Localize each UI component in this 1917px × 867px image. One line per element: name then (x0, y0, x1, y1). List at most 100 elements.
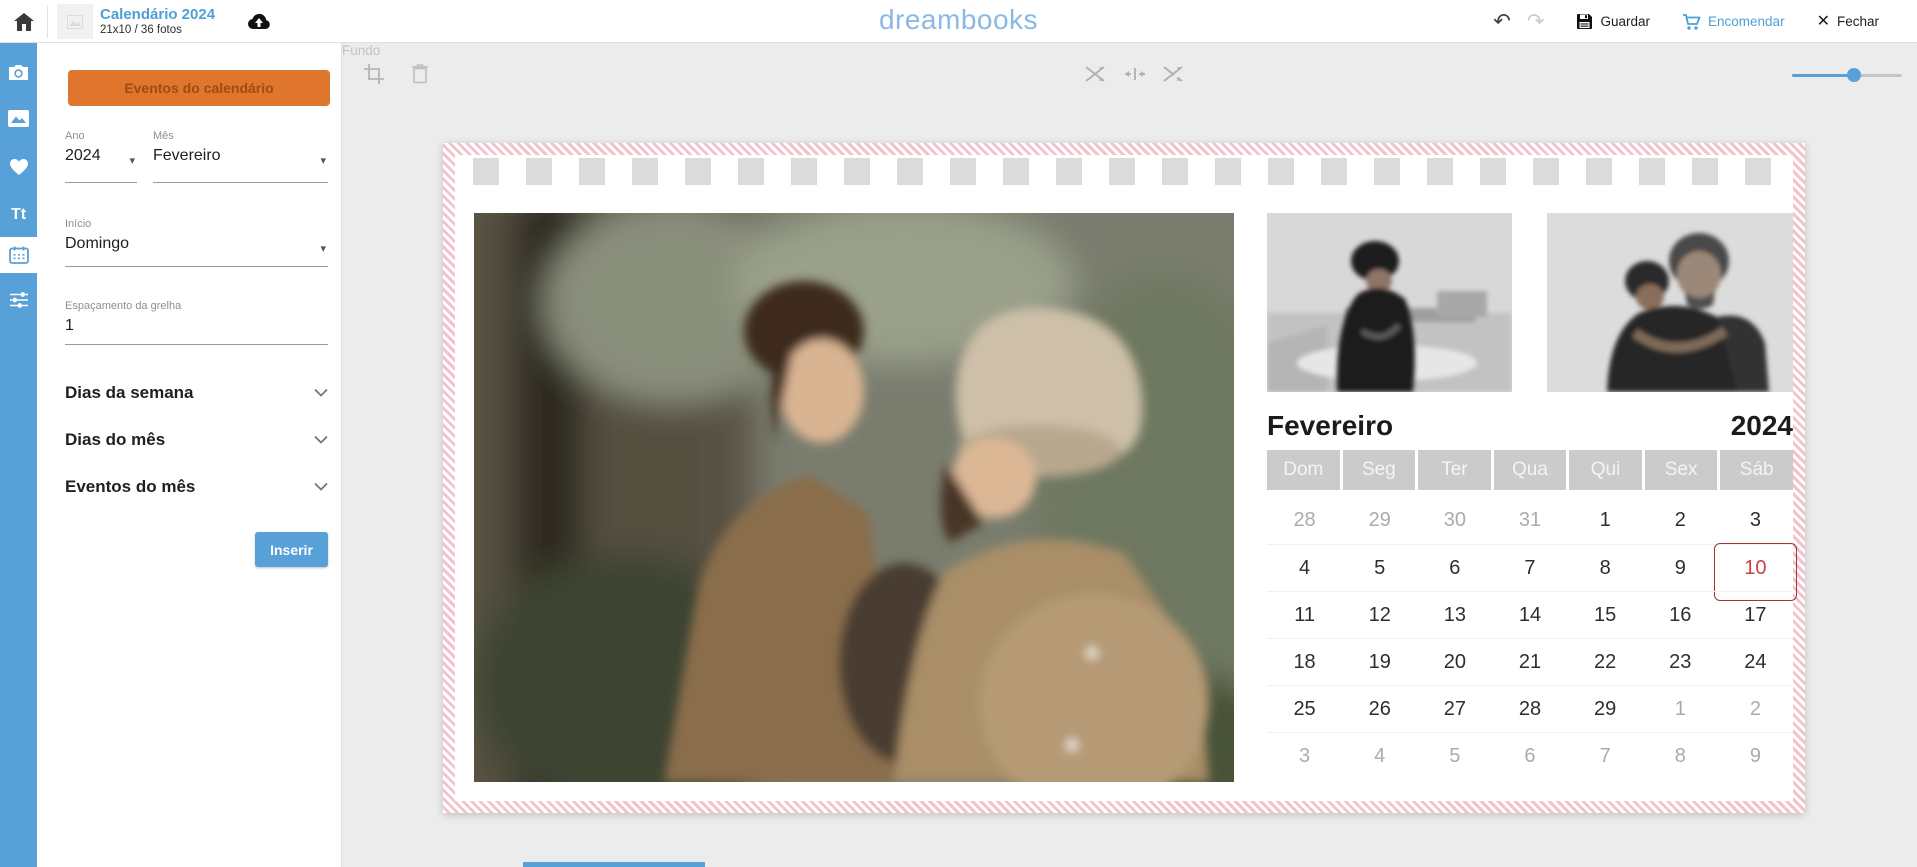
calendar-date-cell[interactable]: 7 (1492, 544, 1567, 591)
calendar-date-cell[interactable]: 15 (1568, 591, 1643, 638)
calendar-date-cell[interactable]: 23 (1643, 638, 1718, 685)
project-thumbnail[interactable] (57, 4, 93, 39)
trash-icon[interactable] (411, 63, 429, 89)
sidebar-item-text[interactable]: Tt (0, 197, 37, 233)
calendar-date-cell[interactable]: 2 (1718, 685, 1793, 732)
calendar-date-cell[interactable]: 8 (1568, 544, 1643, 591)
year-value: 2024 (65, 147, 137, 165)
swap-horizontal-icon[interactable] (1123, 63, 1147, 90)
month-select[interactable]: Mês Fevereiro ▾ (153, 130, 328, 183)
calendar-date-cell[interactable]: 9 (1718, 732, 1793, 779)
calendar-day-headers: Dom Seg Ter Qua Qui Sex Sáb (1267, 450, 1793, 490)
calendar-date-cell[interactable]: 19 (1342, 638, 1417, 685)
undo-icon[interactable]: ↶ (1493, 11, 1511, 32)
calendar-date-cell[interactable]: 8 (1643, 732, 1718, 779)
zoom-slider[interactable] (1792, 68, 1902, 82)
calendar-month-name[interactable]: Fevereiro (1267, 410, 1393, 442)
calendar-icon (9, 246, 29, 264)
heart-icon (9, 158, 29, 176)
save-button[interactable]: Guardar (1576, 13, 1650, 30)
calendar-year[interactable]: 2024 (1731, 410, 1793, 442)
calendar-date-cell[interactable]: 29 (1568, 685, 1643, 732)
calendar-date-cell[interactable]: 12 (1342, 591, 1417, 638)
calendar-date-cell[interactable]: 5 (1342, 544, 1417, 591)
floppy-disk-icon (1576, 13, 1593, 30)
app-logo: dreambooks (879, 4, 1038, 36)
sidebar-item-calendar[interactable] (0, 237, 37, 273)
calendar-date-cell[interactable]: 10 (1718, 544, 1793, 591)
calendar-date-cell[interactable]: 28 (1492, 685, 1567, 732)
shuffle-icon[interactable] (1083, 63, 1107, 90)
calendar-date-cell[interactable]: 6 (1492, 732, 1567, 779)
order-label: Encomendar (1708, 14, 1785, 29)
shopping-cart-icon (1682, 13, 1701, 31)
cloud-upload-icon[interactable] (246, 9, 272, 35)
header-divider (47, 5, 48, 38)
calendar-date-cell[interactable]: 1 (1643, 685, 1718, 732)
calendar-date-cell[interactable]: 17 (1718, 591, 1793, 638)
calendar-date-cell[interactable]: 2 (1643, 497, 1718, 544)
calendar-date-cell[interactable]: 13 (1417, 591, 1492, 638)
background-delete-label[interactable]: Fundo (342, 43, 1917, 58)
collapsible-section[interactable]: Dias do mês (65, 416, 328, 463)
calendar-date-cell[interactable]: 20 (1417, 638, 1492, 685)
insert-button[interactable]: Inserir (255, 532, 328, 567)
grid-spacing-label: Espaçamento da grelha (65, 300, 328, 312)
calendar-date-cell[interactable]: 22 (1568, 638, 1643, 685)
top-header: Calendário 2024 21x10 / 36 fotos dreambo… (0, 0, 1917, 43)
calendar-date-cell[interactable]: 4 (1342, 732, 1417, 779)
crop-icon[interactable] (363, 63, 385, 90)
grid-spacing-input[interactable]: Espaçamento da grelha 1 (65, 300, 328, 345)
calendar-date-cell[interactable]: 24 (1718, 638, 1793, 685)
calendar-date-cell[interactable]: 9 (1643, 544, 1718, 591)
sliders-icon (9, 291, 29, 309)
calendar-date-cell[interactable]: 28 (1267, 497, 1342, 544)
photo-main-couple[interactable] (474, 213, 1234, 782)
horizontal-scroll-indicator[interactable] (523, 862, 705, 867)
calendar-date-cell[interactable]: 11 (1267, 591, 1342, 638)
sidebar-item-pictures[interactable] (0, 100, 37, 136)
calendar-date-cell[interactable]: 21 (1492, 638, 1567, 685)
calendar-date-cell[interactable]: 3 (1267, 732, 1342, 779)
calendar-date-cell[interactable]: 7 (1568, 732, 1643, 779)
calendar-date-cell[interactable]: 18 (1267, 638, 1342, 685)
week-start-value: Domingo (65, 235, 328, 253)
sidebar-item-photos[interactable] (0, 54, 37, 90)
sidebar-item-favorites[interactable] (0, 149, 37, 185)
week-start-select[interactable]: Início Domingo ▾ (65, 218, 328, 267)
picture-icon (8, 110, 29, 127)
calendar-date-cell[interactable]: 3 (1718, 497, 1793, 544)
calendar-date-cell[interactable]: 4 (1267, 544, 1342, 591)
calendar-date-cell[interactable]: 14 (1492, 591, 1567, 638)
collapsible-section[interactable]: Eventos do mês (65, 463, 328, 510)
day-header-cell: Ter (1418, 450, 1491, 490)
calendar-date-cell[interactable]: 25 (1267, 685, 1342, 732)
order-button[interactable]: Encomendar (1682, 13, 1785, 31)
calendar-events-button[interactable]: Eventos do calendário (68, 70, 330, 106)
calendar-date-cell[interactable]: 31 (1492, 497, 1567, 544)
sidebar-item-adjustments[interactable] (0, 282, 37, 318)
calendar-date-cell[interactable]: 6 (1417, 544, 1492, 591)
calendar-date-cell[interactable]: 1 (1568, 497, 1643, 544)
collapsible-section[interactable]: Dias da semana (65, 369, 328, 416)
calendar-date-cell[interactable]: 26 (1342, 685, 1417, 732)
calendar-date-cell[interactable]: 30 (1417, 497, 1492, 544)
year-select[interactable]: Ano 2024 ▾ (65, 130, 137, 183)
photo-small-seaside[interactable] (1267, 213, 1512, 392)
shuffle-icon[interactable] (1161, 63, 1185, 90)
camera-icon (8, 64, 29, 81)
close-button[interactable]: ✕ Fechar (1817, 14, 1879, 30)
calendar-page[interactable]: Fevereiro 2024 Dom Seg Ter Qua Qui (443, 143, 1805, 813)
calendar-date-cell[interactable]: 29 (1342, 497, 1417, 544)
project-title: Calendário 2024 (100, 6, 215, 23)
calendar-date-cell[interactable]: 27 (1417, 685, 1492, 732)
photo-small-hug[interactable] (1547, 213, 1793, 392)
home-icon[interactable] (12, 10, 36, 34)
redo-icon: ↷ (1527, 11, 1545, 32)
calendar-date-cell[interactable]: 5 (1417, 732, 1492, 779)
zoom-slider-thumb[interactable] (1847, 68, 1861, 82)
day-header-cell: Qua (1494, 450, 1567, 490)
calendar-date-cell[interactable]: 16 (1643, 591, 1718, 638)
binding-holes (473, 158, 1789, 185)
month-label: Mês (153, 130, 328, 142)
